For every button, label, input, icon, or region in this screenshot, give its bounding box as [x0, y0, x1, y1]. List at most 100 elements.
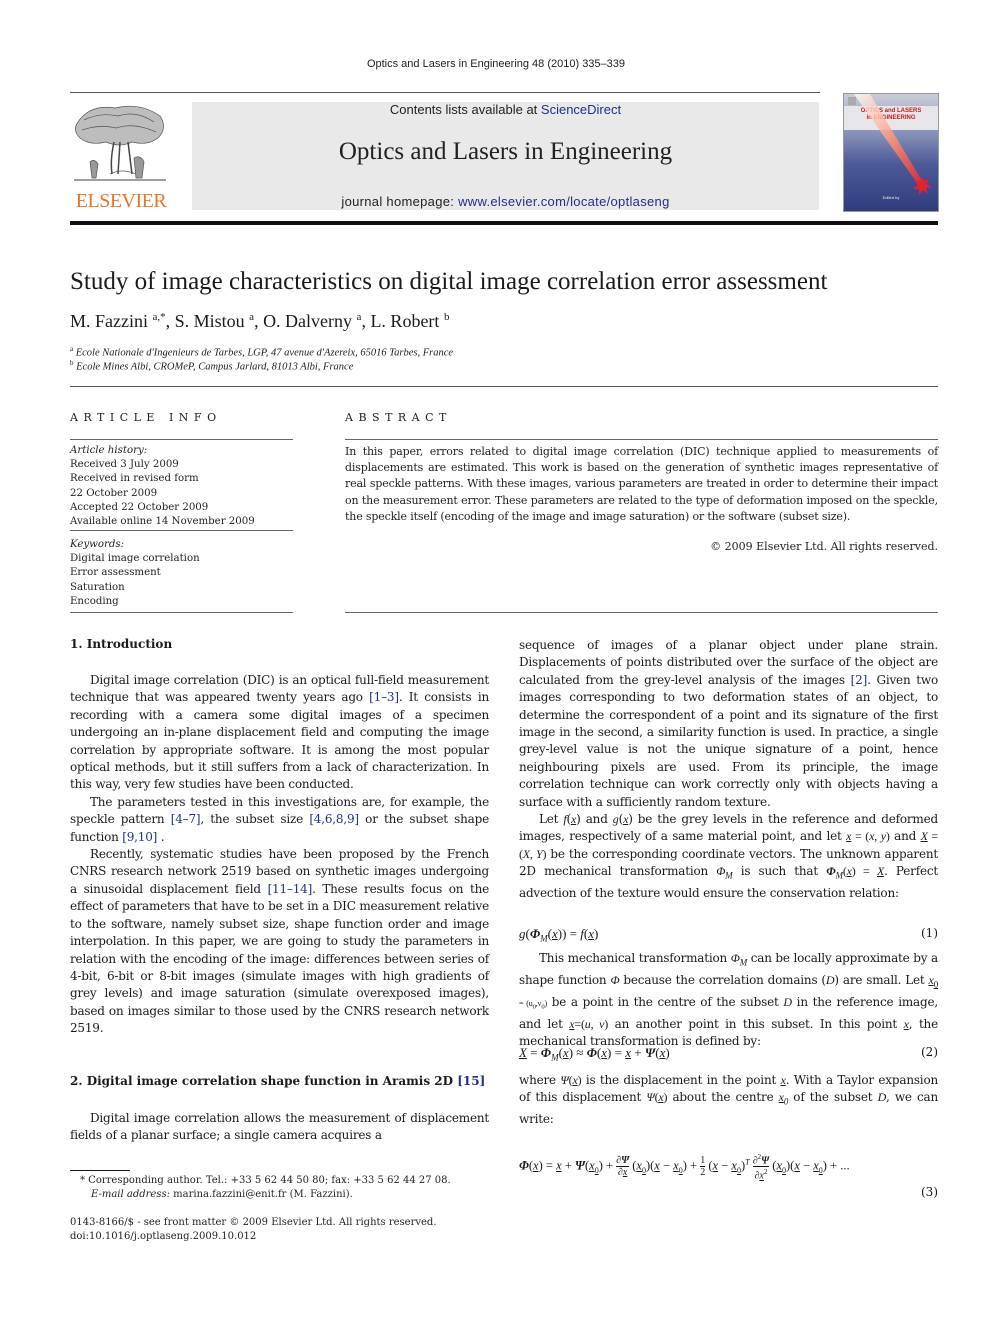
math-f-of-x: f: [563, 812, 567, 827]
article-history: Article history: Received 3 July 2009 Re…: [70, 444, 293, 529]
section2-body-right: sequence of images of a planar object un…: [519, 637, 938, 902]
math-phi-m: ΦM: [716, 864, 733, 881]
author-name[interactable]: S. Mistou: [175, 311, 245, 331]
citation-link[interactable]: [9,10]: [122, 830, 157, 844]
journal-cover[interactable]: OPTICS and LASERS in ENGINEERING Edited …: [843, 93, 939, 212]
paragraph: Digital image correlation (DIC) is an op…: [70, 672, 489, 794]
text: where: [519, 1073, 561, 1087]
contents-prefix: Contents lists available at: [389, 102, 541, 117]
history-entry: Available online 14 November 2009: [70, 516, 255, 528]
section2-body-right-3: where Ψ(x) is the displacement in the po…: [519, 1072, 938, 1129]
citation-link[interactable]: [11–14]: [268, 882, 313, 896]
doi-link[interactable]: doi:10.1016/j.optlaseng.2009.10.012: [70, 1231, 256, 1242]
text: . It consists in recording with a camera…: [70, 690, 489, 792]
homepage-prefix: journal homepage:: [341, 194, 459, 209]
paragraph: where Ψ(x) is the displacement in the po…: [519, 1072, 938, 1129]
article-history-label: Article history:: [70, 445, 148, 456]
text: . These results focus on the effect of p…: [70, 881, 489, 1036]
paragraph: sequence of images of a planar object un…: [519, 637, 938, 811]
author-affiliation-mark[interactable]: a,*: [153, 311, 166, 323]
affiliation-mark: b: [70, 359, 74, 367]
text: and: [889, 829, 921, 844]
section2-body-left: Digital image correlation allows the mea…: [70, 1110, 489, 1145]
author-affiliation-mark[interactable]: a: [357, 311, 362, 323]
author-name[interactable]: O. Dalverny: [263, 311, 352, 331]
author-list: M. Fazzini a,*, S. Mistou a, O. Dalverny…: [70, 311, 450, 331]
divider: [345, 439, 938, 440]
math-x-uv: x=(u, v): [569, 1016, 609, 1031]
running-head: Optics and Lasers in Engineering 48 (201…: [366, 58, 626, 70]
section-heading-dic-shape-function: 2. Digital image correlation shape funct…: [70, 1074, 485, 1088]
citation-link[interactable]: [15]: [457, 1074, 485, 1088]
keyword[interactable]: Digital image correlation: [70, 552, 293, 566]
text: This mechanical transformation: [539, 951, 731, 965]
keyword[interactable]: Error assessment: [70, 566, 293, 580]
text: Let: [539, 812, 564, 827]
text: is such that: [732, 864, 827, 879]
laser-beam-icon: [848, 94, 932, 195]
email-label: E-mail address:: [91, 1189, 170, 1200]
math-psi-x: Ψ(x): [560, 1073, 582, 1087]
equation-3: Φ(x) = x + Ψ(x0) + ∂Ψ ∂x (x0)(x − x0) + 1…: [519, 1153, 850, 1182]
text: about the centre: [667, 1090, 779, 1105]
citation-link[interactable]: [2]: [851, 673, 868, 687]
abstract-text: In this paper, errors related to digital…: [345, 445, 938, 523]
math-d: D: [783, 994, 792, 1009]
history-entry: Received 3 July 2009: [70, 459, 179, 471]
keyword[interactable]: Saturation: [70, 581, 293, 595]
paragraph: Digital image correlation allows the mea…: [70, 1111, 489, 1143]
journal-banner: Contents lists available at ScienceDirec…: [192, 102, 819, 210]
header-rule: [70, 92, 820, 93]
author-name[interactable]: L. Robert: [370, 311, 439, 331]
affiliation: b Ecole Mines Albi, CROMeP, Campus Jarla…: [70, 359, 353, 373]
journal-homepage-link[interactable]: www.elsevier.com/locate/optlaseng: [458, 194, 670, 209]
text: be a point in the centre of the subset: [546, 994, 784, 1009]
affiliation: a Ecole Nationale d'Ingenieurs de Tarbes…: [70, 345, 453, 359]
math-x0: x0: [778, 1090, 789, 1107]
divider: [70, 439, 293, 440]
section-heading-introduction: 1. Introduction: [70, 637, 173, 651]
text: ) are small. Let: [834, 972, 929, 987]
elsevier-logo[interactable]: ELSEVIER: [70, 102, 172, 212]
text: . Given two images corresponding to two …: [519, 672, 938, 809]
text: of the subset: [788, 1090, 878, 1105]
paragraph: Let f(x) and g(x) be the grey levels in …: [519, 812, 939, 901]
author-affiliation-mark[interactable]: b: [444, 311, 450, 323]
author-name[interactable]: M. Fazzini: [70, 311, 148, 331]
math-phi-m: ΦM: [730, 951, 748, 968]
equation-1: g(ΦM(x)) = f(x) (1): [519, 926, 938, 944]
paragraph: Recently, systematic studies have been p…: [70, 846, 489, 1037]
email-footnote: E-mail address: marina.fazzini@enit.fr (…: [91, 1189, 353, 1200]
citation-link[interactable]: [4–7]: [171, 812, 201, 826]
footnote-rule: [70, 1170, 130, 1171]
text: , the subset size: [200, 812, 310, 827]
divider: [70, 530, 293, 531]
paragraph: The parameters tested in this investigat…: [70, 794, 489, 846]
email-address[interactable]: marina.fazzini@enit.fr (M. Fazzini).: [170, 1189, 353, 1200]
history-entry: Received in revised form: [70, 473, 199, 485]
keywords: Keywords: Digital image correlation Erro…: [70, 538, 293, 609]
article-info-heading: ARTICLE INFO: [70, 411, 222, 424]
affiliation-text: Ecole Mines Albi, CROMeP, Campus Jarlard…: [76, 361, 354, 373]
thick-divider: [70, 221, 938, 225]
math-d: D: [877, 1090, 887, 1105]
author-affiliation-mark[interactable]: a: [249, 311, 254, 323]
divider: [345, 612, 938, 613]
affiliation-text: Ecole Nationale d'Ingenieurs de Tarbes, …: [75, 347, 454, 359]
front-matter-line: 0143-8166/$ - see front matter © 2009 El…: [70, 1217, 437, 1228]
introduction-body: Digital image correlation (DIC) is an op…: [70, 672, 489, 1038]
equation-number: (3): [921, 1185, 938, 1199]
text: an another point in this subset. In this…: [608, 1016, 904, 1031]
keyword[interactable]: Encoding: [70, 595, 293, 609]
equation-number: (1): [921, 926, 938, 940]
citation-link[interactable]: [1–3]: [369, 690, 399, 704]
text: because the correlation domains (: [619, 972, 826, 987]
cover-editor-text: Edited by: [882, 195, 900, 200]
elsevier-tree-icon: [74, 105, 166, 181]
math-x-vector: x = (x, y): [846, 829, 890, 844]
paragraph: This mechanical transformation ΦM can be…: [519, 950, 938, 1050]
sciencedirect-link[interactable]: ScienceDirect: [541, 102, 621, 117]
equation-2: X = ΦM(x) ≈ Φ(x) = x + Ψ(x) (2): [519, 1045, 938, 1063]
citation-link[interactable]: [4,6,8,9]: [309, 812, 359, 826]
abstract-heading: ABSTRACT: [345, 411, 452, 424]
